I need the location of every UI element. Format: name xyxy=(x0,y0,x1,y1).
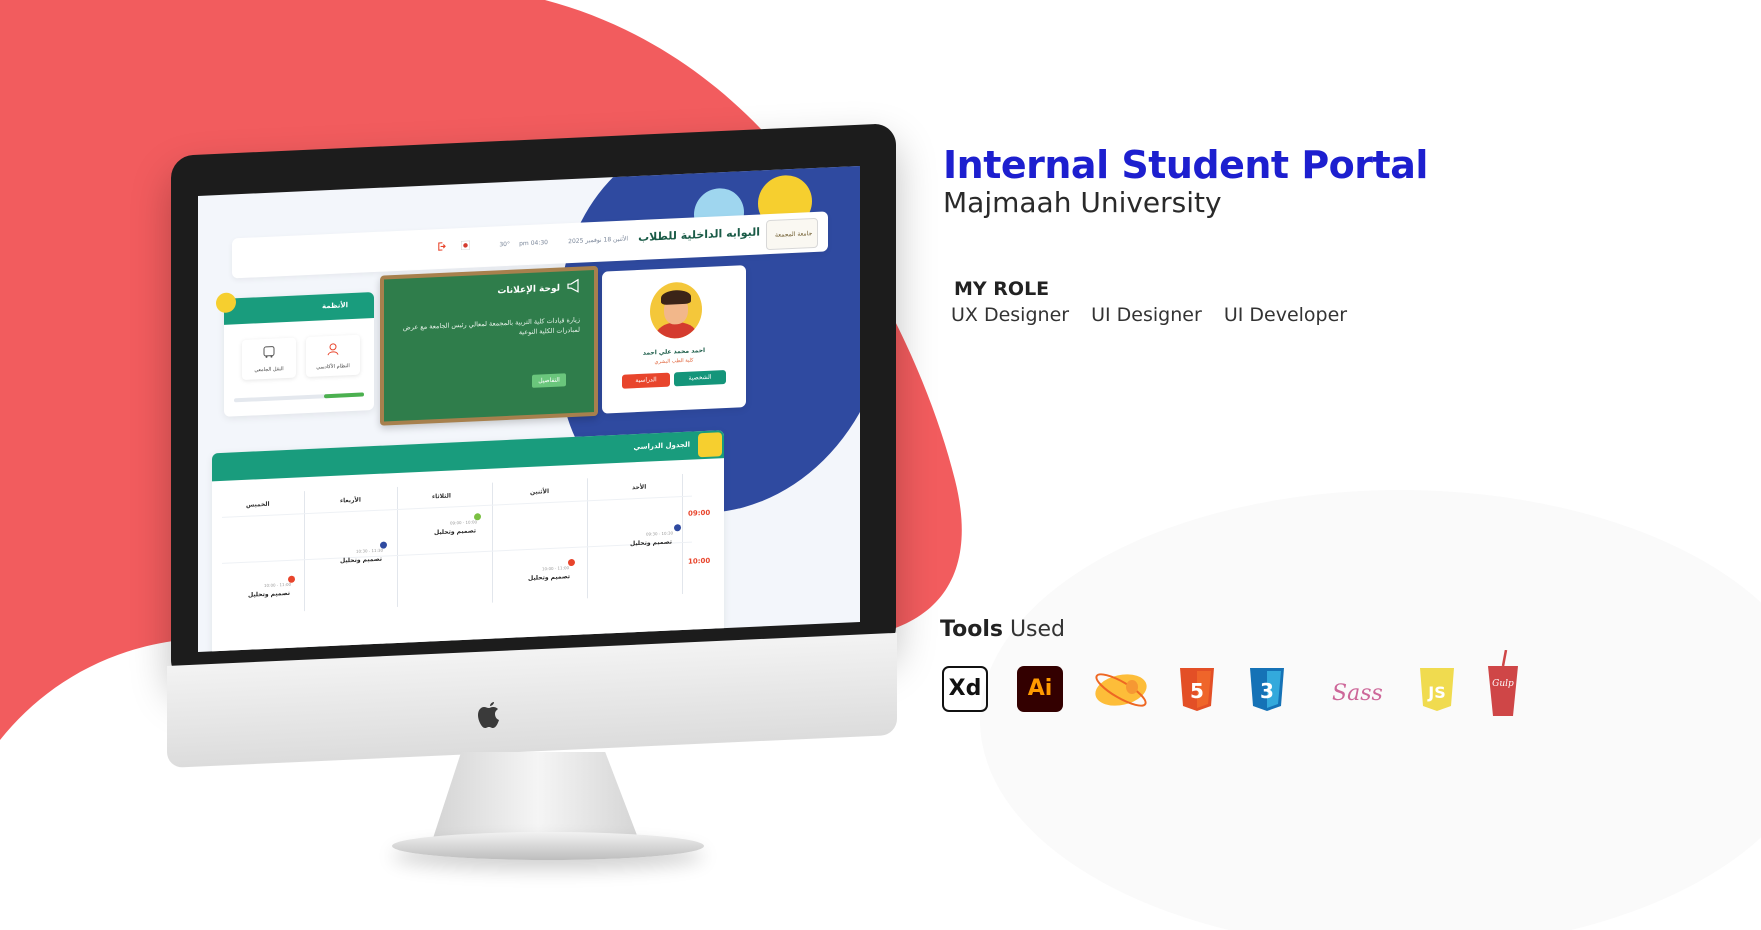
javascript-icon: JS xyxy=(1420,668,1454,711)
system-tile-transport[interactable]: النقل الجامعي xyxy=(242,337,296,381)
role-list: UX Designer UI Designer UI Developer xyxy=(951,304,1363,326)
schedule-event[interactable]: تصميم وتحليل xyxy=(340,556,382,565)
portal-screen: جامعة المجمعة البوابه الداخلية للطلاب ال… xyxy=(198,165,860,652)
adobe-illustrator-icon: Ai xyxy=(1017,666,1063,712)
megaphone-icon xyxy=(567,278,579,293)
schedule-event[interactable]: تصميم وتحليل xyxy=(630,538,672,547)
schedule-event[interactable]: تصميم وتحليل xyxy=(528,573,570,582)
css3-icon: 3 xyxy=(1250,668,1284,711)
role-item: UX Designer xyxy=(951,304,1070,326)
personal-info-button[interactable]: الشخصية xyxy=(674,370,726,387)
system-tile-academic[interactable]: النظام الأكاديمي xyxy=(306,334,360,378)
svg-text:JS: JS xyxy=(1427,683,1445,702)
sass-icon: Sass xyxy=(1332,681,1383,706)
schedule-card: الجدول الدراسي الأحد الأثنين الثلاثاء ال… xyxy=(212,430,724,652)
project-subtitle: Majmaah University xyxy=(943,186,1222,219)
logout-icon[interactable] xyxy=(437,242,446,251)
university-logo: جامعة المجمعة xyxy=(766,217,818,251)
adobe-xd-icon: Xd xyxy=(942,666,988,712)
academic-info-button[interactable]: الدراسية xyxy=(622,372,670,389)
html5-icon: 5 xyxy=(1180,668,1214,711)
schedule-event[interactable]: تصميم وتحليل xyxy=(248,590,290,599)
apple-logo-icon xyxy=(478,702,499,728)
portal-time: 04:30 pm xyxy=(519,239,548,248)
bus-icon xyxy=(263,346,275,358)
day-tuesday: الثلاثاء xyxy=(432,492,451,501)
systems-progress-fill xyxy=(324,392,364,399)
monitor-stand-base xyxy=(392,832,704,860)
svg-text:Sass: Sass xyxy=(1332,681,1383,706)
systems-title: الأنظمة xyxy=(322,301,348,311)
project-title: Internal Student Portal xyxy=(943,143,1428,187)
systems-header xyxy=(224,292,374,325)
svg-text:3: 3 xyxy=(1260,679,1274,703)
graduate-icon xyxy=(327,343,339,356)
announcement-details-button[interactable]: التفاصيل xyxy=(532,373,566,388)
role-heading: MY ROLE xyxy=(954,278,1050,300)
tools-heading: Tools Used xyxy=(940,617,1066,642)
schedule-header xyxy=(212,430,724,482)
profile-card: احمد محمد علي احمد كلية الطب البشري الشخ… xyxy=(602,265,746,414)
announcements-text: زيارة قيادات كلية التربية بالمجمعة لمعال… xyxy=(402,315,580,337)
day-sunday: الأحد xyxy=(632,483,647,492)
announcements-board: لوحة الإعلانات زيارة قيادات كلية التربية… xyxy=(380,265,598,426)
systems-card: الأنظمة النظام الأكاديمي النقل الجامعي xyxy=(216,292,374,417)
calendar-icon xyxy=(698,432,722,458)
portal-date: الأثنين 18 نوفمبر 2025 xyxy=(568,235,628,246)
day-thursday: الخميس xyxy=(246,500,270,509)
language-flag-icon[interactable] xyxy=(461,240,470,251)
role-item: UI Designer xyxy=(1091,304,1202,326)
time-slot-0900: 09:00 xyxy=(688,508,711,518)
time-slot-1000: 10:00 xyxy=(688,556,711,566)
student-avatar xyxy=(650,281,702,340)
portal-title: البوابه الداخلية للطلاب xyxy=(638,225,760,245)
announcements-title: لوحة الإعلانات xyxy=(497,283,560,297)
role-item: UI Developer xyxy=(1223,304,1348,326)
gulp-icon: Gulp xyxy=(1488,650,1518,716)
schedule-event[interactable]: تصميم وتحليل xyxy=(434,527,476,536)
svg-text:5: 5 xyxy=(1190,679,1204,703)
day-monday: الأثنين xyxy=(530,488,550,496)
portal-weather: 30° xyxy=(499,240,510,249)
zeplin-icon xyxy=(1095,673,1147,707)
day-wednesday: الأربعاء xyxy=(340,496,361,505)
svg-text:Gulp: Gulp xyxy=(1492,679,1514,689)
